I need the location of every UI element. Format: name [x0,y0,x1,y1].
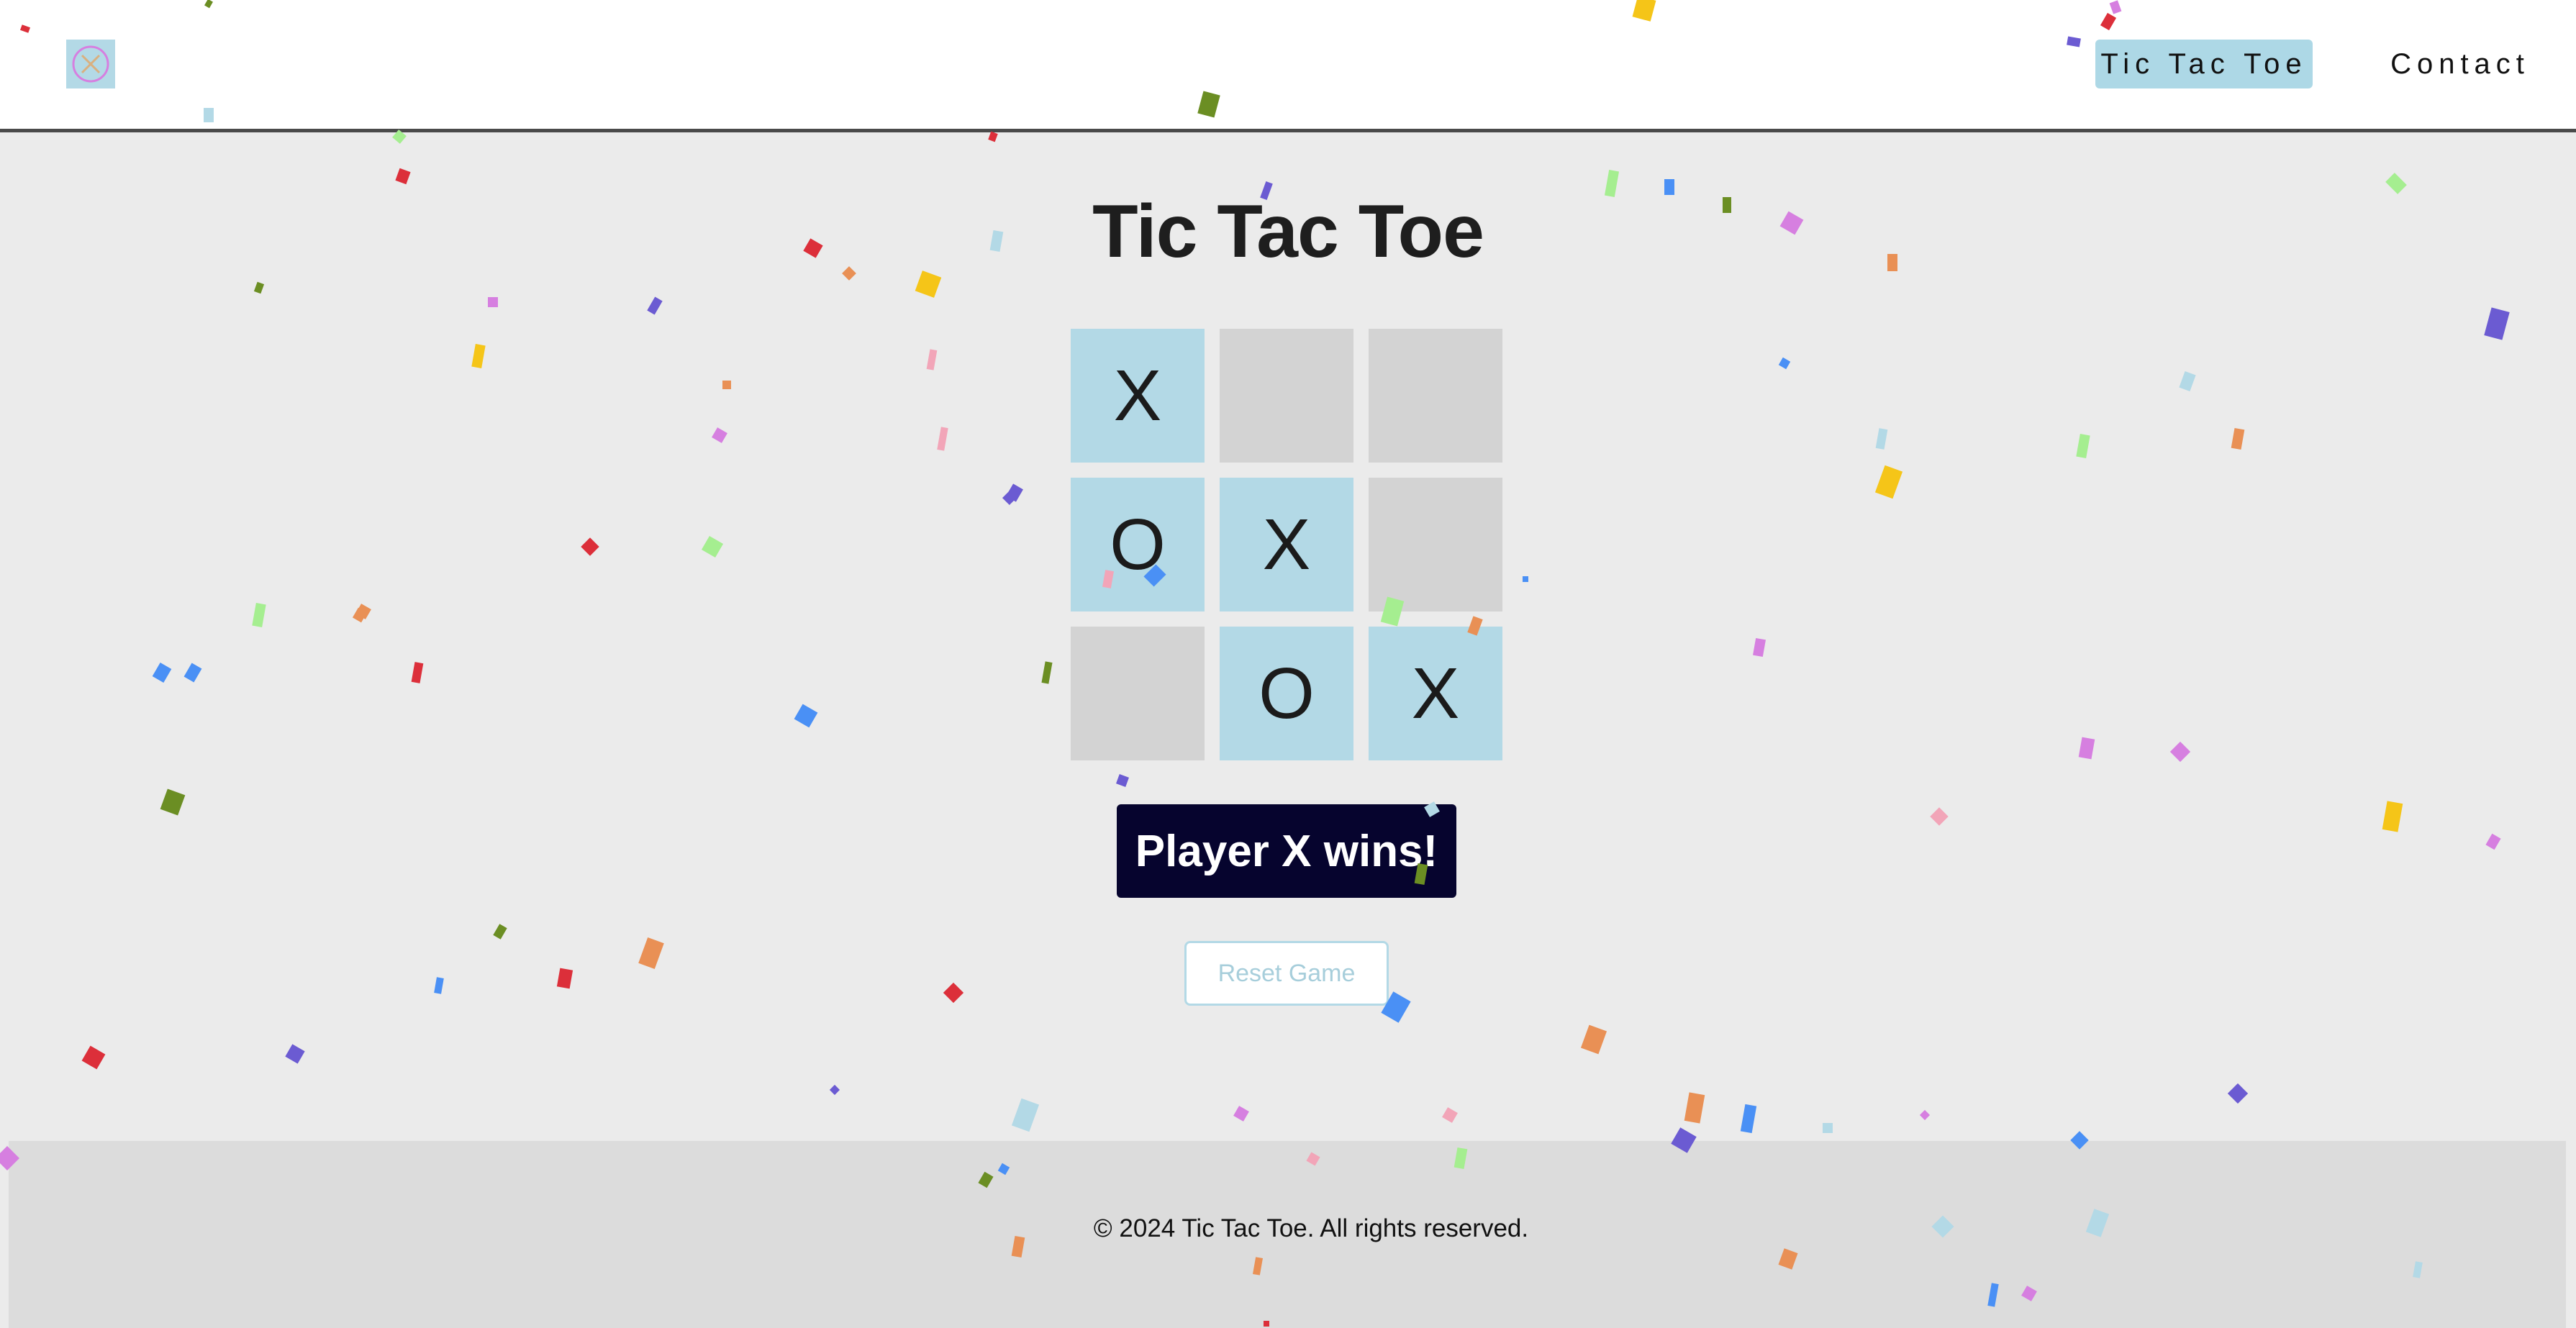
confetti-piece [1233,1106,1249,1122]
board-cell-1-0[interactable]: O [1071,478,1205,611]
game-status-banner: Player X wins! [1117,804,1456,898]
confetti-piece [829,1084,840,1096]
confetti-piece [252,603,266,627]
confetti-piece [1778,357,1791,370]
tic-tac-toe-logo-icon [72,45,109,83]
nav-item-tic-tac-toe[interactable]: Tic Tac Toe [2095,40,2313,88]
confetti-piece [355,604,371,619]
confetti-piece [1002,487,1020,506]
confetti-piece [81,1045,106,1070]
board-cell-2-1[interactable]: O [1220,627,1353,760]
confetti-piece [701,535,724,558]
confetti-piece [2179,370,2196,392]
confetti-piece [1919,1109,1931,1121]
confetti-piece [253,281,265,294]
confetti-piece [493,924,507,940]
confetti-piece [160,788,186,816]
confetti-piece [647,296,663,315]
confetti-piece [1874,465,1903,499]
confetti-piece [1116,774,1129,787]
confetti-piece [1823,1123,1833,1133]
header: Tic Tac Toe Contact [0,0,2576,132]
confetti-piece [1930,807,1949,826]
confetti-piece [434,977,444,994]
confetti-piece [1875,428,1888,450]
confetti-piece [471,344,486,368]
page: Tic Tac Toe Contact Tic Tac Toe X O X O … [0,0,2576,1328]
board-cell-2-2[interactable]: X [1369,627,1502,760]
confetti-piece [1011,1098,1040,1132]
confetti-piece [1740,1104,1757,1134]
board-cell-0-2[interactable] [1369,329,1502,463]
logo[interactable] [66,40,115,88]
confetti-piece [285,1044,305,1064]
confetti-piece [2231,427,2245,450]
board-cell-1-2[interactable] [1369,478,1502,611]
confetti-piece [395,168,411,185]
confetti-piece [1041,661,1053,684]
confetti-piece [2484,307,2510,340]
board-cell-0-0[interactable]: X [1071,329,1205,463]
board-cell-0-1[interactable] [1220,329,1353,463]
confetti-piece [2227,1083,2249,1104]
confetti-piece [183,663,202,683]
confetti-piece [1442,1107,1458,1123]
confetti-piece [1006,483,1023,502]
board-cell-1-1[interactable]: X [1220,478,1353,611]
confetti-piece [1684,1092,1705,1124]
confetti-piece [638,937,664,969]
confetti-piece [937,427,948,451]
confetti-piece [556,968,573,989]
confetti-piece [1580,1024,1607,1055]
confetti-piece [1753,637,1766,658]
confetti-piece [943,982,964,1004]
confetti-piece [2078,737,2095,760]
confetti-piece [794,704,818,728]
board-cell-2-0[interactable] [1071,627,1205,760]
footer-copyright: © 2024 Tic Tac Toe. All rights reserved. [1093,1214,1529,1242]
confetti-piece [2169,741,2191,763]
confetti-piece [712,427,727,443]
confetti-piece [926,349,938,370]
confetti-piece [488,297,498,307]
confetti-piece [352,607,368,623]
confetti-piece [581,537,599,556]
confetti-piece [2485,833,2501,850]
confetti-piece [411,662,424,683]
game-board: X O X O X [1071,329,1502,760]
nav-item-contact[interactable]: Contact [2366,40,2554,88]
confetti-piece [722,381,731,389]
confetti-piece [1523,576,1528,582]
reset-game-button[interactable]: Reset Game [1184,941,1389,1006]
page-title: Tic Tac Toe [1092,190,1484,273]
confetti-piece [2382,801,2403,832]
confetti-piece [2076,434,2090,458]
confetti-piece [152,662,172,683]
confetti-piece [988,131,998,142]
